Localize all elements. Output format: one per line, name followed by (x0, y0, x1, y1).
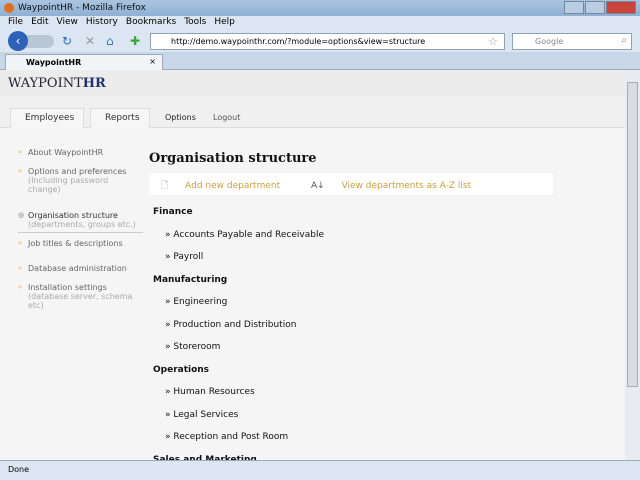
main-nav: Employees Reports Options Logout (0, 97, 625, 128)
logo-text: WAYPOINT (8, 76, 83, 91)
sidebar-item-options[interactable]: Options and preferences(Including passwo… (18, 167, 143, 194)
maximize-button[interactable] (585, 1, 605, 14)
logo-accent: HR (82, 76, 106, 91)
department-group[interactable]: Operations (153, 365, 324, 388)
close-button[interactable] (606, 1, 636, 14)
sidebar: About WaypointHR Options and preferences… (18, 148, 143, 320)
department-item[interactable]: » Human Resources (153, 387, 324, 410)
menu-bar: File Edit View History Bookmarks Tools Help (0, 16, 640, 30)
nav-toolbar: ‹ ↻ ✕ ⌂ ✚ http://demo.waypointhr.com/?mo… (0, 30, 640, 52)
department-item[interactable]: » Engineering (153, 297, 324, 320)
sidebar-item-organisation[interactable]: Organisation structure(departments, grou… (18, 211, 143, 233)
search-input[interactable]: Google ⌕ (512, 33, 632, 50)
sidebar-item-installation[interactable]: Installation settings(database server, s… (18, 283, 143, 310)
vertical-scrollbar[interactable] (625, 70, 640, 460)
department-item[interactable]: » Payroll (153, 252, 324, 275)
sidebar-item-database[interactable]: Database administration (18, 264, 143, 273)
menu-history[interactable]: History (86, 17, 118, 29)
window-title: WaypointHR - Mozilla Firefox (18, 3, 146, 13)
url-bar[interactable]: http://demo.waypointhr.com/?module=optio… (150, 33, 505, 50)
nav-options[interactable]: Options (165, 113, 196, 122)
menu-file[interactable]: File (8, 17, 23, 29)
view-az-link[interactable]: A↓ View departments as A-Z list (311, 181, 485, 191)
search-icon[interactable]: ⌕ (621, 35, 627, 46)
window-titlebar: WaypointHR - Mozilla Firefox (0, 0, 640, 16)
tab-close-icon[interactable]: × (149, 57, 156, 66)
menu-view[interactable]: View (57, 17, 78, 29)
nav-logout[interactable]: Logout (213, 113, 240, 122)
department-group[interactable]: Manufacturing (153, 275, 324, 298)
nav-employees[interactable]: Employees (10, 108, 84, 128)
forward-button[interactable] (26, 35, 54, 48)
department-item[interactable]: » Production and Distribution (153, 320, 324, 343)
add-page-icon: 🗋 (161, 181, 169, 191)
status-text: Done (8, 465, 30, 474)
menu-edit[interactable]: Edit (31, 17, 48, 29)
menu-bookmarks[interactable]: Bookmarks (126, 17, 176, 29)
back-button[interactable]: ‹ (8, 31, 28, 51)
az-sort-icon: A↓ (311, 181, 325, 191)
home-icon[interactable]: ⌂ (106, 34, 114, 48)
sidebar-item-about[interactable]: About WaypointHR (18, 148, 143, 157)
logo: WAYPOINTHR (0, 70, 625, 97)
firefox-icon (4, 3, 14, 13)
department-group[interactable]: Finance (153, 207, 324, 230)
sidebar-item-job-titles[interactable]: Job titles & descriptions (18, 239, 143, 248)
department-item[interactable]: » Legal Services (153, 410, 324, 433)
page-title: Organisation structure (149, 151, 317, 166)
add-department-link[interactable]: 🗋 Add new department (161, 181, 294, 191)
department-item[interactable]: » Accounts Payable and Receivable (153, 230, 324, 253)
status-bar: Done (0, 460, 640, 480)
url-text: http://demo.waypointhr.com/?module=optio… (171, 37, 426, 46)
department-item[interactable]: » Reception and Post Room (153, 432, 324, 455)
tab-waypointhr[interactable]: WaypointHR × (5, 54, 163, 70)
menu-tools[interactable]: Tools (184, 17, 206, 29)
add-bookmark-icon[interactable]: ✚ (130, 34, 140, 48)
search-placeholder: Google (535, 37, 564, 46)
stop-icon[interactable]: ✕ (85, 34, 95, 48)
tab-bar: WaypointHR × (0, 52, 640, 70)
star-icon[interactable]: ☆ (488, 35, 498, 48)
page-content: WAYPOINTHR Employees Reports Options Log… (0, 70, 625, 460)
menu-help[interactable]: Help (214, 17, 235, 29)
nav-reports[interactable]: Reports (90, 108, 150, 128)
department-tree: Finance» Accounts Payable and Receivable… (153, 207, 324, 460)
tab-label: WaypointHR (26, 58, 82, 67)
scrollbar-thumb[interactable] (627, 82, 638, 387)
department-item[interactable]: » Storeroom (153, 342, 324, 365)
action-bar: 🗋 Add new department A↓ View departments… (149, 173, 553, 195)
reload-icon[interactable]: ↻ (62, 34, 72, 48)
minimize-button[interactable] (564, 1, 584, 14)
